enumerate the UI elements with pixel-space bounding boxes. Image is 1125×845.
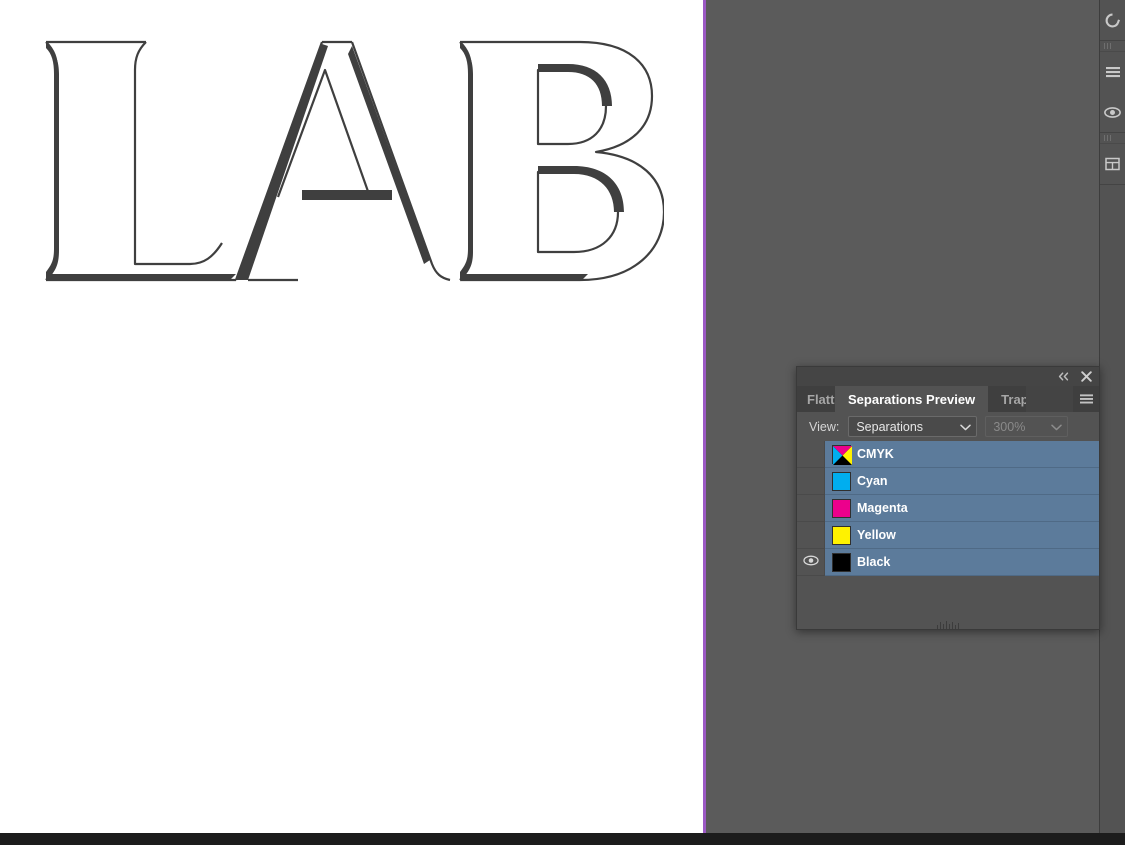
panel-resize-grip[interactable] (937, 621, 959, 629)
tab-trap-presets[interactable]: Trap (988, 386, 1026, 412)
chevron-down-icon (960, 420, 971, 434)
cmyk-composite-swatch-icon (832, 445, 851, 464)
view-label: View: (809, 420, 839, 434)
rail-group-color (1100, 0, 1125, 41)
list-lines-icon[interactable] (1100, 52, 1125, 92)
panel-tabs[interactable]: Flatt Separations Preview Trap (797, 386, 1099, 412)
visibility-toggle[interactable] (797, 549, 825, 576)
panel-menu-icon[interactable] (1073, 386, 1099, 412)
list-item[interactable]: Magenta (797, 495, 1099, 522)
app-window: Flatt Separations Preview Trap View: Sep… (0, 0, 1125, 845)
zoom-level-select[interactable]: 300% (985, 416, 1068, 437)
separations-preview-icon[interactable] (1100, 92, 1125, 132)
separation-name: Cyan (857, 474, 888, 488)
collapse-icon[interactable] (1057, 371, 1069, 383)
visibility-toggle[interactable] (797, 495, 825, 522)
separations-list[interactable]: CMYK Cyan Magenta (797, 441, 1099, 599)
yellow-swatch-icon (832, 526, 851, 545)
panel-icon-rail[interactable] (1099, 0, 1125, 833)
tab-separations-preview[interactable]: Separations Preview (835, 386, 988, 412)
color-icon[interactable] (1100, 0, 1125, 40)
view-mode-select[interactable]: Separations (848, 416, 977, 437)
artboard-edge-guide (703, 0, 706, 833)
rail-grip-1[interactable] (1100, 41, 1125, 52)
visibility-toggle[interactable] (797, 522, 825, 549)
close-icon[interactable] (1080, 371, 1092, 383)
artboard[interactable] (0, 0, 703, 833)
swatch-cell (825, 472, 857, 491)
tab-label: Flatt (807, 392, 834, 407)
tab-flattener-preview[interactable]: Flatt (797, 386, 835, 412)
swatch-cell (825, 526, 857, 545)
black-swatch-icon (832, 553, 851, 572)
eye-icon (803, 553, 819, 571)
separation-name: Yellow (857, 528, 896, 542)
swatch-cell (825, 499, 857, 518)
view-mode-value: Separations (856, 420, 960, 434)
zoom-level-value: 300% (993, 420, 1051, 434)
list-item[interactable]: Yellow (797, 522, 1099, 549)
magenta-swatch-icon (832, 499, 851, 518)
lab-artwork[interactable] (40, 24, 664, 294)
tab-label: Trap (1001, 392, 1026, 407)
swatch-cell (825, 445, 857, 464)
separations-preview-panel[interactable]: Flatt Separations Preview Trap View: Sep… (796, 366, 1100, 630)
panel-footer (797, 599, 1099, 629)
panel-controls[interactable]: View: Separations 300% (797, 412, 1099, 441)
panel-titlebar[interactable] (797, 367, 1099, 386)
separation-name: Magenta (857, 501, 908, 515)
cyan-swatch-icon (832, 472, 851, 491)
list-item[interactable]: CMYK (797, 441, 1099, 468)
app-bottom-bar (0, 833, 1125, 845)
rail-group-lists (1100, 52, 1125, 133)
separation-name: Black (857, 555, 890, 569)
list-item[interactable]: Black (797, 549, 1099, 576)
visibility-toggle[interactable] (797, 468, 825, 495)
visibility-toggle[interactable] (797, 441, 825, 468)
rail-grip-2[interactable] (1100, 133, 1125, 144)
swatch-cell (825, 553, 857, 572)
tab-label: Separations Preview (848, 392, 975, 407)
rail-group-table (1100, 144, 1125, 185)
chevron-down-icon (1051, 420, 1062, 434)
table-grid-icon[interactable] (1100, 144, 1125, 184)
list-item[interactable]: Cyan (797, 468, 1099, 495)
separation-name: CMYK (857, 447, 894, 461)
